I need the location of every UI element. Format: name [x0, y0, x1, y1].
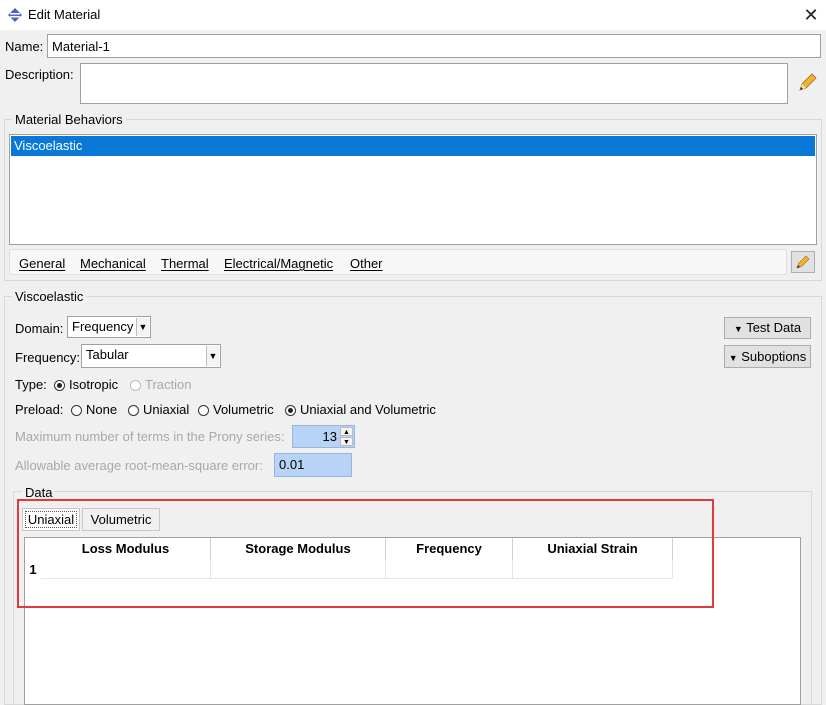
description-input[interactable] — [80, 63, 788, 104]
radio-selected-icon — [54, 380, 65, 391]
title-bar: Edit Material ✕ — [0, 0, 826, 30]
preload-none-label: None — [86, 402, 118, 417]
behaviors-list: Viscoelastic — [9, 134, 817, 245]
type-isotropic-label: Isotropic — [69, 377, 119, 392]
highlight-box — [17, 499, 714, 608]
frequency-value: Tabular — [86, 347, 129, 362]
type-isotropic-radio[interactable]: Isotropic — [54, 377, 118, 392]
pencil-icon — [796, 255, 810, 269]
caret-down-icon: ▼ — [728, 353, 738, 363]
domain-value: Frequency — [72, 319, 134, 334]
type-label: Type: — [15, 377, 47, 392]
data-title: Data — [22, 485, 56, 500]
frequency-label: Frequency: — [15, 350, 81, 365]
prony-label: Maximum number of terms in the Prony ser… — [15, 429, 285, 444]
domain-label: Domain: — [15, 321, 64, 336]
suboptions-button[interactable]: ▼ Suboptions — [724, 345, 811, 368]
suboptions-label: Suboptions — [741, 349, 807, 364]
menu-electrical-magnetic[interactable]: Electrical/Magnetic — [224, 256, 333, 271]
chevron-down-icon[interactable]: ▼ — [340, 437, 353, 446]
menu-general[interactable]: General — [19, 256, 65, 271]
preload-uniaxial-radio[interactable]: Uniaxial — [128, 402, 189, 417]
rms-input[interactable]: 0.01 — [274, 453, 352, 477]
radio-selected-icon — [285, 405, 296, 416]
close-icon[interactable]: ✕ — [800, 4, 822, 26]
chevron-down-icon: ▼ — [206, 346, 219, 366]
test-data-label: Test Data — [746, 320, 802, 335]
rms-label: Allowable average root-mean-square error… — [15, 458, 263, 473]
preload-volumetric-label: Volumetric — [213, 402, 274, 417]
test-data-button[interactable]: ▼ Test Data — [724, 317, 811, 339]
menu-other[interactable]: Other — [350, 256, 383, 271]
menu-mechanical[interactable]: Mechanical — [80, 256, 146, 271]
radio-icon — [130, 380, 141, 391]
window-title: Edit Material — [28, 7, 101, 22]
chevron-down-icon: ▼ — [136, 318, 149, 336]
name-input[interactable] — [47, 34, 821, 58]
prony-value: 13 — [322, 429, 337, 444]
preload-none-radio[interactable]: None — [71, 402, 117, 417]
viscoelastic-title: Viscoelastic — [12, 289, 87, 304]
type-traction-label: Traction — [145, 377, 192, 392]
name-label: Name: — [5, 39, 44, 54]
frequency-select[interactable]: Tabular ▼ — [81, 344, 221, 368]
behaviors-menubar: General Mechanical Thermal Electrical/Ma… — [9, 249, 787, 275]
chevron-up-icon[interactable]: ▲ — [340, 427, 353, 436]
menu-thermal[interactable]: Thermal — [161, 256, 209, 271]
preload-uniaxial-label: Uniaxial — [143, 402, 190, 417]
material-behaviors-title: Material Behaviors — [12, 112, 126, 127]
edit-behavior-button[interactable] — [791, 251, 815, 273]
caret-down-icon: ▼ — [733, 324, 743, 334]
radio-icon — [71, 405, 82, 416]
preload-uniaxial-volumetric-radio[interactable]: Uniaxial and Volumetric — [285, 402, 436, 417]
radio-icon — [128, 405, 139, 416]
radio-icon — [198, 405, 209, 416]
preload-label: Preload: — [15, 402, 64, 417]
preload-uniaxial-volumetric-label: Uniaxial and Volumetric — [300, 402, 436, 417]
domain-select[interactable]: Frequency ▼ — [67, 316, 151, 338]
behavior-item-viscoelastic[interactable]: Viscoelastic — [11, 136, 815, 156]
pencil-icon[interactable] — [796, 72, 818, 94]
description-label: Description: — [5, 67, 74, 82]
type-traction-radio: Traction — [130, 377, 191, 392]
preload-volumetric-radio[interactable]: Volumetric — [198, 402, 274, 417]
prony-spinner[interactable]: 13 ▲ ▼ — [292, 425, 355, 448]
abaqus-diamond-icon — [8, 8, 22, 22]
